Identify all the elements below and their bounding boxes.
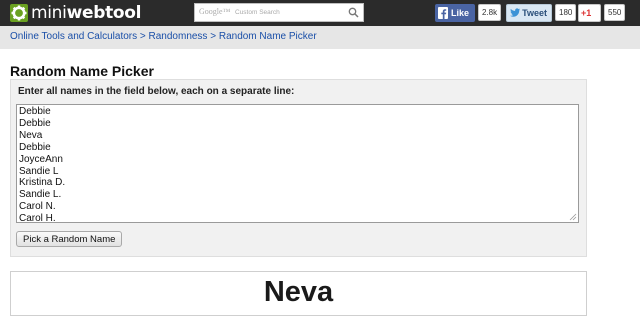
- name-line: Kristina D.: [19, 177, 66, 189]
- name-line: Debbie: [19, 117, 51, 129]
- breadcrumb-bar: Online Tools and Calculators > Randomnes…: [0, 26, 640, 49]
- gplus-widget: +1 550: [578, 3, 626, 22]
- breadcrumb-separator: >: [139, 31, 146, 42]
- site-search: Google™ Custom Search: [194, 3, 364, 22]
- facebook-like-widget: Like 2.8k: [435, 3, 502, 22]
- gplus-button[interactable]: +1: [578, 3, 601, 22]
- tweet-button[interactable]: Tweet: [506, 3, 552, 22]
- pick-random-name-button[interactable]: Pick a Random Name: [16, 231, 123, 247]
- twitter-tweet-widget: Tweet 180: [506, 3, 577, 22]
- logo-wordmark: miniwebtool: [31, 3, 142, 23]
- names-input-label: Enter all names in the field below, each…: [18, 86, 295, 97]
- logo-text-light: mini: [31, 3, 67, 23]
- search-icon[interactable]: [348, 7, 359, 18]
- breadcrumb-link-random-name-picker[interactable]: Random Name Picker: [219, 31, 317, 42]
- tweet-count: 180: [555, 4, 577, 21]
- search-input[interactable]: [195, 4, 345, 21]
- name-picker-form: Enter all names in the field below, each…: [10, 79, 587, 257]
- gplus-label: +1: [581, 7, 592, 18]
- site-header: miniwebtool Google™ Custom Search Like 2…: [0, 0, 640, 26]
- gear-icon: [10, 4, 28, 22]
- facebook-like-button[interactable]: Like: [435, 3, 475, 22]
- page-title: Random Name Picker: [10, 63, 154, 79]
- breadcrumb-link-randomness[interactable]: Randomness: [149, 31, 208, 42]
- name-line: Neva: [19, 129, 43, 141]
- facebook-like-count: 2.8k: [478, 4, 502, 21]
- name-line: Carol N.: [19, 201, 56, 213]
- breadcrumb: Online Tools and Calculators > Randomnes…: [10, 31, 317, 42]
- picked-name: Neva: [263, 276, 334, 308]
- name-line: Sandie L.: [19, 189, 62, 201]
- facebook-icon: [438, 6, 448, 19]
- logo-text-bold: webtool: [66, 3, 142, 23]
- name-line: JoyceAnn: [19, 153, 63, 165]
- site-logo[interactable]: miniwebtool: [9, 2, 142, 24]
- tweet-label: Tweet: [522, 7, 547, 18]
- gplus-count: 550: [604, 4, 626, 21]
- name-line: Debbie: [19, 106, 51, 117]
- name-line: Sandie L: [19, 165, 59, 177]
- resize-grip-icon[interactable]: [569, 213, 577, 221]
- name-line: Debbie: [19, 141, 51, 153]
- result-box: Neva: [10, 271, 587, 316]
- facebook-like-label: Like: [451, 7, 470, 18]
- name-line: Carol H.: [19, 213, 56, 223]
- breadcrumb-link-online-tools[interactable]: Online Tools and Calculators: [10, 31, 137, 42]
- names-textarea[interactable]: Debbie Debbie Neva Debbie JoyceAnn Sandi…: [16, 104, 579, 223]
- breadcrumb-separator: >: [210, 31, 217, 42]
- twitter-bird-icon: [510, 7, 521, 17]
